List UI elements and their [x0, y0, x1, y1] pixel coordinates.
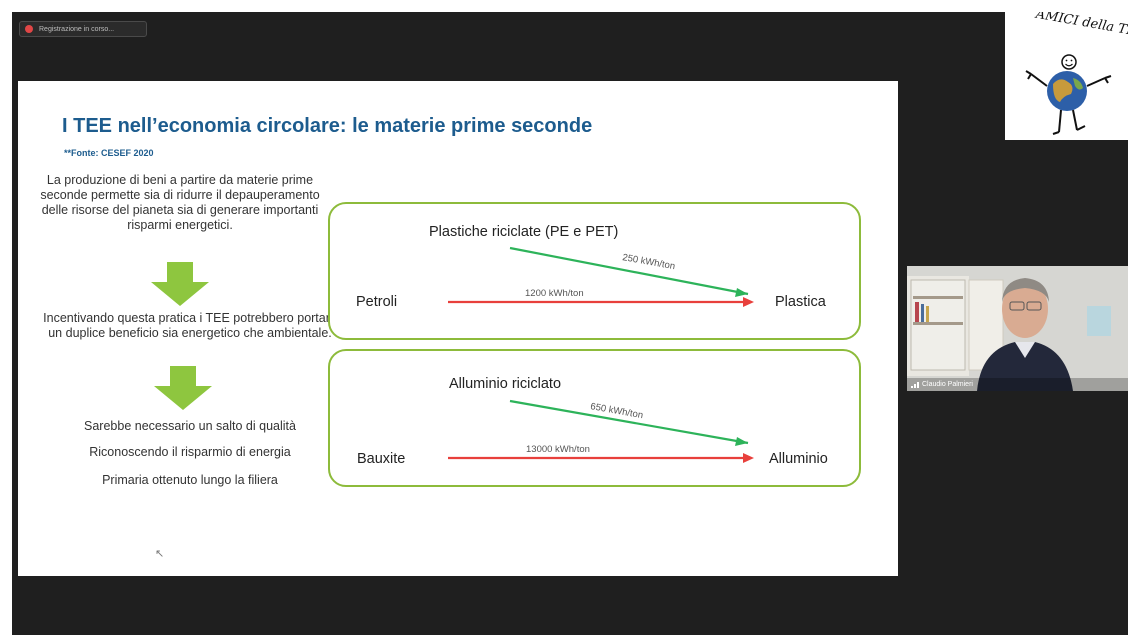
down-arrow-icon [151, 262, 209, 306]
virgin-rate-label: 13000 kWh/ton [526, 444, 590, 455]
conclusion-line-3: Primaria ottenuto lungo la filiera [102, 473, 278, 487]
virgin-rate-label: 1200 kWh/ton [525, 288, 584, 299]
recording-indicator[interactable]: Registrazione in corso... [19, 21, 147, 37]
plastics-diagram: Plastiche riciclate (PE e PET) Petroli P… [328, 202, 861, 340]
recording-label: Registrazione in corso... [39, 25, 115, 33]
amici-della-terra-logo: AMICI della TERRA [1005, 12, 1128, 140]
conclusion-line-2: Riconoscendo il risparmio di energia [89, 445, 291, 459]
mouse-cursor-icon: ↖ [155, 548, 165, 560]
globe-figure-icon [1025, 54, 1112, 135]
participant-name: Claudio Palmieri [911, 381, 973, 388]
speaker-video-frame [907, 266, 1128, 391]
recycled-rate-label: 650 kWh/ton [589, 401, 643, 421]
record-icon [25, 25, 33, 33]
presentation-slide: I TEE nell’economia circolare: le materi… [18, 81, 898, 576]
conclusion-line-1: Sarebbe necessario un salto di qualità [84, 419, 296, 433]
incentive-paragraph: Incentivando questa pratica i TEE potreb… [43, 311, 337, 340]
slide-source: **Fonte: CESEF 2020 [64, 148, 154, 158]
participant-name-label: Claudio Palmieri [922, 381, 973, 388]
aluminium-flow-arrows: 650 kWh/ton 13000 kWh/ton [448, 399, 754, 463]
signal-icon [911, 381, 919, 388]
aluminium-diagram: Alluminio riciclato Bauxite Alluminio 65… [328, 349, 861, 487]
slide-title: I TEE nell’economia circolare: le materi… [62, 115, 593, 137]
down-arrow-icon [154, 366, 212, 410]
plastics-flow-arrows: 250 kWh/ton 1200 kWh/ton [448, 246, 754, 307]
speaker-video-tile[interactable]: Claudio Palmieri [907, 266, 1128, 391]
recycled-rate-label: 250 kWh/ton [621, 252, 675, 272]
intro-paragraph: La produzione di beni a partire da mater… [40, 173, 320, 232]
